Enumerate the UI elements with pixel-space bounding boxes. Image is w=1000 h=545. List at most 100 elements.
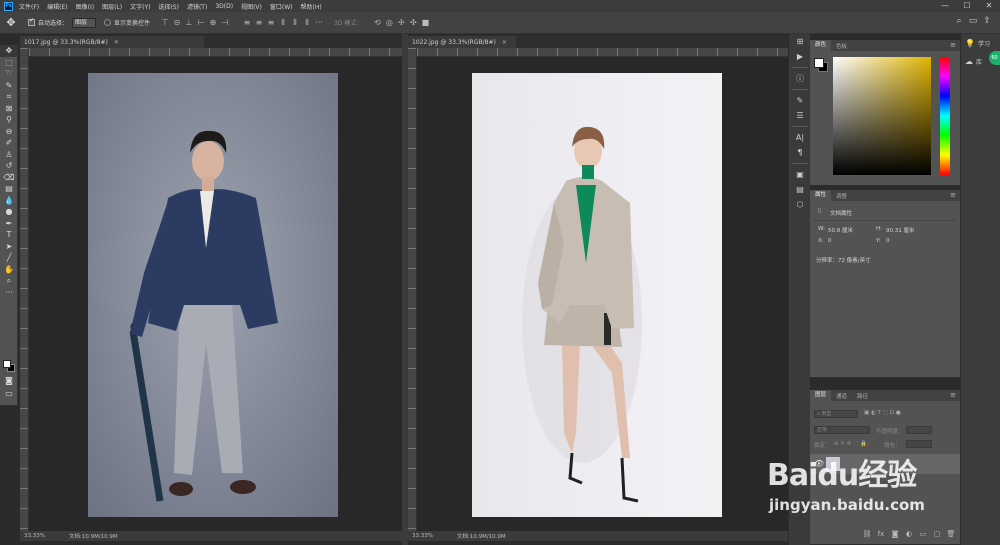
quick-mask-icon[interactable]: ◙ xyxy=(0,375,18,387)
3d-slide-icon[interactable]: ✣ xyxy=(408,18,418,28)
3d-scale-icon[interactable]: ■ xyxy=(420,18,430,28)
more-options-icon[interactable]: ··· xyxy=(314,18,324,28)
align-left-icon[interactable]: ⊢ xyxy=(196,18,206,28)
align-right-icon[interactable]: ⊣ xyxy=(220,18,230,28)
menu-edit[interactable]: 编辑(E) xyxy=(47,2,67,11)
panel-menu-icon[interactable]: ≡ xyxy=(950,191,956,199)
quick-select-icon[interactable]: ✎ xyxy=(0,80,18,92)
new-layer-icon[interactable]: ▢ xyxy=(930,530,944,538)
menu-file[interactable]: 文件(F) xyxy=(19,2,39,11)
tab-channels[interactable]: 通道 xyxy=(831,392,852,400)
actions-play-icon[interactable]: ▶ xyxy=(789,49,811,64)
x-value[interactable]: 0 xyxy=(828,238,832,244)
hue-slider[interactable] xyxy=(940,57,950,175)
document-tab-1[interactable]: 1017.jpg @ 33.3%(RGB/8#) ✕ xyxy=(20,36,204,48)
image-icon[interactable]: ▣ xyxy=(789,167,811,182)
zoom-icon[interactable]: ⌕ xyxy=(0,275,18,287)
blend-mode-dropdown[interactable]: 正常 xyxy=(814,426,870,434)
close-tab-icon[interactable]: ✕ xyxy=(114,39,119,46)
menu-filter[interactable]: 滤镜(T) xyxy=(187,2,207,11)
lock-icons[interactable]: ⊞ ✎ ✥ ⬚ 🔒 xyxy=(834,441,867,447)
distribute-hcenter-icon[interactable]: ⦀ xyxy=(290,18,300,28)
align-hcenter-icon[interactable]: ⊕ xyxy=(208,18,218,28)
panel-menu-icon[interactable]: ≡ xyxy=(950,41,956,49)
screen-mode-icon[interactable]: ▭ xyxy=(0,388,18,400)
align-top-icon[interactable]: ⊤ xyxy=(160,18,170,28)
brush-settings-icon[interactable]: ✎ xyxy=(789,93,811,108)
dodge-icon[interactable]: ● xyxy=(0,206,18,218)
foreground-swatch[interactable] xyxy=(814,58,824,68)
lasso-icon[interactable]: ➰ xyxy=(0,68,18,80)
link-layers-icon[interactable]: ⛓ xyxy=(860,530,874,538)
adjustment-layer-icon[interactable]: ◐ xyxy=(902,530,916,538)
tab-properties[interactable]: 属性 xyxy=(810,190,832,201)
width-value[interactable]: 50.8 厘米 xyxy=(828,226,853,234)
path-select-icon[interactable]: ➤ xyxy=(0,241,18,253)
paragraph-icon[interactable]: ¶ xyxy=(789,145,811,160)
info-icon[interactable]: ⓘ xyxy=(789,71,811,86)
canvas-area-1[interactable] xyxy=(29,57,402,531)
gradient-icon[interactable]: ▤ xyxy=(0,183,18,195)
3d-roll-icon[interactable]: ◎ xyxy=(384,18,394,28)
panel-menu-icon[interactable]: ≡ xyxy=(950,391,956,399)
3d-rotate-icon[interactable]: ⟲ xyxy=(372,18,382,28)
menu-select[interactable]: 选择(S) xyxy=(158,2,179,11)
close-window-button[interactable]: ✕ xyxy=(978,0,1000,12)
tab-paths[interactable]: 路径 xyxy=(852,392,873,400)
group-icon[interactable]: ▭ xyxy=(916,530,930,538)
opacity-input[interactable] xyxy=(906,426,932,434)
learn-item[interactable]: 💡 学习 xyxy=(961,34,1000,52)
distribute-vcenter-icon[interactable]: ≡ xyxy=(254,18,264,28)
workspace-icon[interactable]: ▭ xyxy=(966,16,980,26)
menu-window[interactable]: 窗口(W) xyxy=(270,2,293,11)
move-tool-icon[interactable]: ✥ xyxy=(0,16,22,29)
stamp-icon[interactable]: ♙ xyxy=(0,149,18,161)
align-vcenter-icon[interactable]: ⊝ xyxy=(172,18,182,28)
close-tab-icon[interactable]: ✕ xyxy=(502,39,507,46)
blur-icon[interactable]: 💧 xyxy=(0,195,18,207)
document-tab-2[interactable]: 1022.jpg @ 33.3%(RGB/8#) ✕ xyxy=(408,36,516,48)
type-icon[interactable]: T xyxy=(0,229,18,241)
brush-icon[interactable]: ✐ xyxy=(0,137,18,149)
notes-icon[interactable]: ▤ xyxy=(789,182,811,197)
distribute-right-icon[interactable]: ⦀ xyxy=(302,18,312,28)
pen-icon[interactable]: ✒ xyxy=(0,218,18,230)
adjustments-icon[interactable]: ☰ xyxy=(789,108,811,123)
tab-layers[interactable]: 图层 xyxy=(810,390,832,401)
maximize-button[interactable]: ☐ xyxy=(956,0,978,12)
tab-adjustments[interactable]: 调整 xyxy=(831,192,852,200)
fill-input[interactable] xyxy=(906,440,932,448)
more-tools-icon[interactable]: ··· xyxy=(0,287,18,299)
auto-select-checkbox[interactable] xyxy=(28,17,35,26)
3d-drag-icon[interactable]: ✢ xyxy=(396,18,406,28)
show-transform-checkbox[interactable] xyxy=(104,19,112,26)
tab-swatches[interactable]: 色板 xyxy=(831,42,852,50)
crop-icon[interactable]: ⌗ xyxy=(0,91,18,103)
layer-style-icon[interactable]: fx xyxy=(874,530,888,538)
eyedropper-icon[interactable]: ⚲ xyxy=(0,114,18,126)
distribute-top-icon[interactable]: ≡ xyxy=(242,18,252,28)
color-picker-field[interactable] xyxy=(833,57,931,175)
trash-icon[interactable]: 🗑 xyxy=(944,530,958,538)
menu-view[interactable]: 视图(V) xyxy=(241,2,262,11)
canvas-area-2[interactable] xyxy=(417,57,788,531)
hand-icon[interactable]: ✋ xyxy=(0,264,18,276)
distribute-bottom-icon[interactable]: ≡ xyxy=(266,18,276,28)
layer-filter-dropdown[interactable]: ⌕ 类型 xyxy=(814,410,858,418)
zoom-level-1[interactable]: 33.33% xyxy=(24,533,45,539)
3d-cube-icon[interactable]: ⬡ xyxy=(789,197,811,212)
filter-icons[interactable]: ▣ ◐ T ⬚ ⊡ ● xyxy=(864,410,901,416)
foreground-color-swatch[interactable] xyxy=(3,360,11,368)
line-icon[interactable]: ╱ xyxy=(0,252,18,264)
healing-icon[interactable]: ⊖ xyxy=(0,126,18,138)
distribute-left-icon[interactable]: ⦀ xyxy=(278,18,288,28)
frame-icon[interactable]: ⊠ xyxy=(0,103,18,115)
minimize-button[interactable]: — xyxy=(934,0,956,12)
history-brush-icon[interactable]: ↺ xyxy=(0,160,18,172)
menu-help[interactable]: 帮助(H) xyxy=(301,2,322,11)
eraser-icon[interactable]: ⌫ xyxy=(0,172,18,184)
menu-3d[interactable]: 3D(D) xyxy=(215,3,233,10)
menu-layer[interactable]: 图层(L) xyxy=(102,2,122,11)
auto-select-target-dropdown[interactable]: 图层 xyxy=(72,17,97,28)
add-mask-icon[interactable]: ◙ xyxy=(888,530,902,538)
